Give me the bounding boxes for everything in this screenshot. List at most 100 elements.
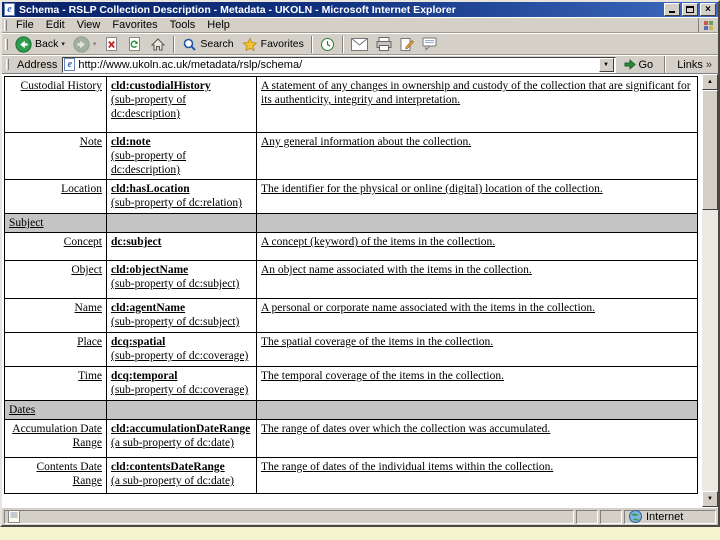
internet-globe-icon: [629, 510, 642, 523]
stop-button[interactable]: [100, 35, 123, 53]
element-name: cld:note: [111, 136, 151, 148]
title-bar: e Schema - RSLP Collection Description -…: [2, 2, 718, 17]
term-label[interactable]: Contents Date Range: [37, 461, 102, 487]
table-row: Contents Date Range cld:contentsDateRang…: [4, 457, 698, 495]
element-name: cld:custodialHistory: [111, 80, 211, 92]
element-name: cld:hasLocation: [111, 183, 190, 196]
menu-file[interactable]: File: [10, 18, 40, 32]
address-dropdown-button[interactable]: ▼: [598, 57, 614, 72]
search-button[interactable]: Search: [178, 36, 237, 53]
links-button[interactable]: Links »: [674, 59, 715, 71]
links-chevron-icon: »: [705, 58, 712, 71]
term-label[interactable]: Note: [80, 136, 102, 148]
ie-logo-glyph: e: [7, 4, 12, 15]
browser-viewport: Custodial History cld:custodialHistory (s…: [2, 74, 718, 507]
address-input[interactable]: e http://www.ukoln.ac.uk/metadata/rslp/s…: [62, 56, 616, 73]
maximize-button[interactable]: [682, 3, 698, 16]
menu-view[interactable]: View: [71, 18, 107, 32]
home-button[interactable]: [146, 36, 170, 53]
mail-button[interactable]: [347, 37, 372, 52]
print-icon: [376, 37, 392, 51]
history-clock-icon: [320, 37, 334, 51]
close-button[interactable]: ×: [700, 3, 716, 16]
section-label: Dates: [9, 404, 36, 417]
term-label[interactable]: Time: [78, 370, 102, 382]
element-name: cld:objectName: [111, 264, 189, 277]
table-row: Time dcq:temporal (sub-property of dc:cov…: [4, 366, 698, 402]
standard-toolbar: Back ▾ ▾ Search Favorites: [2, 33, 718, 55]
print-button[interactable]: [372, 36, 396, 52]
minimize-icon: [669, 11, 675, 13]
vertical-scrollbar[interactable]: ▲ ▼: [702, 74, 718, 507]
toolbar-separator: [341, 35, 344, 53]
home-icon: [151, 37, 166, 50]
forward-caret-icon: ▾: [92, 41, 97, 48]
url-text: http://www.ukoln.ac.uk/metadata/rslp/sch…: [78, 58, 303, 71]
section-cell: [106, 213, 257, 234]
scroll-down-icon: ▼: [707, 496, 713, 502]
schema-table: Custodial History cld:custodialHistory (s…: [4, 76, 698, 495]
table-row: Place dcq:spatial (sub-property of dc:cov…: [4, 332, 698, 368]
minimize-button[interactable]: [664, 3, 680, 16]
term-description: A personal or corporate name associated …: [261, 302, 596, 315]
window-title: Schema - RSLP Collection Description - M…: [19, 3, 456, 16]
go-button[interactable]: Go: [621, 59, 657, 71]
element-qualifier: (sub-property of dc:relation): [111, 197, 242, 210]
menu-edit[interactable]: Edit: [40, 18, 71, 32]
element-name: dcq:spatial: [111, 336, 166, 349]
term-label[interactable]: Concept: [64, 236, 102, 248]
mail-icon: [350, 37, 368, 51]
term-label[interactable]: Accumulation Date Range: [12, 423, 102, 449]
dropdown-arrow-icon: ▼: [603, 61, 609, 68]
element-name: cld:agentName: [111, 302, 186, 315]
back-icon: [15, 35, 32, 53]
table-row: Concept dc:subject A concept (keyword) o…: [4, 232, 698, 262]
term-description: The range of dates of the individual ite…: [261, 461, 554, 474]
term-label[interactable]: Object: [71, 264, 102, 276]
browser-window: e Schema - RSLP Collection Description -…: [0, 0, 720, 527]
windows-flag-icon: [703, 20, 713, 30]
term-label[interactable]: Custodial History: [21, 80, 102, 92]
back-button[interactable]: Back ▾: [11, 35, 69, 54]
section-row: Subject: [4, 213, 698, 234]
toolbar-grip[interactable]: [5, 38, 8, 50]
element-qualifier: (sub-property of dc:description): [111, 150, 187, 177]
term-label[interactable]: Place: [77, 336, 102, 348]
element-qualifier: (sub-property of dc:description): [111, 94, 187, 121]
toolbar-separator: [310, 35, 313, 53]
forward-icon: [73, 35, 90, 53]
menu-help[interactable]: Help: [201, 18, 236, 32]
scroll-up-icon: ▲: [707, 79, 713, 85]
element-name: cld:accumulationDateRange: [111, 423, 251, 436]
status-panel: [600, 509, 622, 524]
element-qualifier: (sub-property of dc:coverage): [111, 384, 249, 397]
favorites-star-icon: [242, 37, 257, 51]
addressbar-grip[interactable]: [6, 59, 9, 70]
favorites-label: Favorites: [260, 38, 304, 50]
menu-favorites[interactable]: Favorites: [106, 18, 163, 32]
term-description: The spatial coverage of the items in the…: [261, 336, 494, 349]
status-bar: Internet: [2, 507, 718, 525]
element-qualifier: (sub-property of dc:subject): [111, 278, 240, 291]
discuss-button[interactable]: [418, 36, 442, 52]
table-row: Name cld:agentName (sub-property of dc:su…: [4, 298, 698, 334]
menubar-grip[interactable]: [4, 19, 7, 31]
term-label[interactable]: Location: [61, 183, 102, 195]
refresh-button[interactable]: [123, 35, 146, 53]
scroll-up-button[interactable]: ▲: [702, 74, 718, 90]
element-qualifier: (a sub-property of dc:date): [111, 475, 234, 488]
element-qualifier: (sub-property of dc:coverage): [111, 350, 249, 363]
forward-button[interactable]: ▾: [69, 35, 101, 54]
menu-tools[interactable]: Tools: [164, 18, 202, 32]
term-description: The range of dates over which the collec…: [261, 423, 551, 436]
term-description: An object name associated with the items…: [261, 264, 532, 277]
section-row: Dates: [4, 400, 698, 421]
scrollbar-thumb[interactable]: [702, 90, 718, 210]
favorites-button[interactable]: Favorites: [238, 36, 308, 53]
edit-button[interactable]: [396, 36, 418, 53]
menu-bar: File Edit View Favorites Tools Help: [2, 17, 718, 33]
scroll-down-button[interactable]: ▼: [702, 491, 718, 507]
term-label[interactable]: Name: [75, 302, 102, 314]
history-button[interactable]: [316, 36, 339, 53]
table-row: Custodial History cld:custodialHistory (s…: [4, 76, 698, 133]
